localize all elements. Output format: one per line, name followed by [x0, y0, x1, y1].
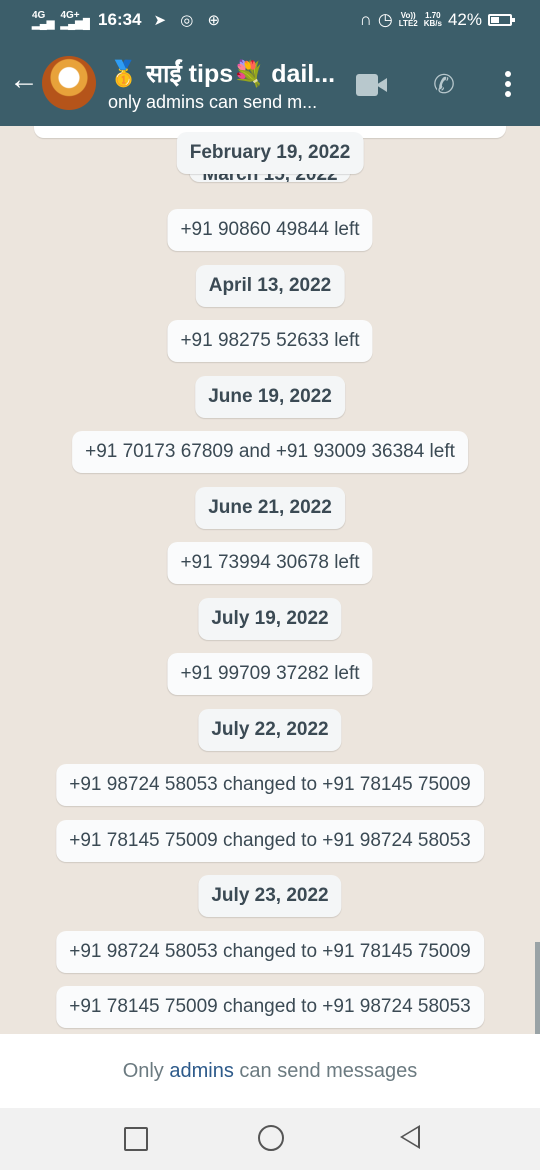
system-notice: +91 78145 75009 changed to +91 98724 580… — [56, 986, 484, 1028]
back-arrow-icon[interactable]: ← — [8, 64, 40, 96]
date-chip: July 19, 2022 — [198, 598, 342, 640]
date-chip: June 19, 2022 — [195, 376, 345, 418]
network-type-1: 4G — [32, 10, 46, 21]
signal-1-icon: 4G ▂▄▆ — [32, 10, 55, 30]
system-notice: +91 98724 58053 changed to +91 78145 750… — [56, 764, 484, 806]
system-notice: +91 98724 58053 changed to +91 78145 750… — [56, 931, 484, 973]
chat-messages[interactable]: February 19, 2022 March 15, 2022 +91 908… — [0, 126, 540, 1034]
system-notice: +91 70173 67809 and +91 93009 36384 left — [72, 431, 468, 473]
signal-2-icon: 4G+ ▂▄▆█ — [60, 10, 91, 30]
group-title[interactable]: 🥇 साईं tips💐 dail... — [108, 56, 348, 90]
system-notice: +91 99709 37282 left — [167, 653, 373, 695]
system-notice: +91 98275 52633 left — [167, 320, 373, 362]
admins-link[interactable]: admins — [169, 1060, 233, 1082]
volte-icon: Vo)) LTE2 — [398, 11, 418, 28]
status-bar: 4G ▂▄▆ 4G+ ▂▄▆█ 16:34 ➤ ◎ ⊕ ∩ ◷ Vo)) LTE2 … — [0, 0, 540, 42]
footer-suffix: can send messages — [233, 1060, 418, 1082]
footer-prefix: Only — [122, 1060, 170, 1082]
voice-call-icon[interactable]: ✆ — [428, 68, 460, 100]
battery-percent: 42% — [447, 10, 482, 29]
scrollbar[interactable] — [535, 942, 540, 1034]
system-notice: +91 73994 30678 left — [167, 542, 373, 584]
chat-header: ← 🥇 साईं tips💐 dail... only admins can s… — [0, 42, 540, 126]
notification-icons: ➤ ◎ ⊕ — [153, 12, 226, 29]
more-options-icon[interactable] — [494, 68, 522, 100]
recents-icon[interactable] — [124, 1127, 148, 1151]
network-speed: 1.70 KB/s — [423, 11, 442, 28]
system-notice: +91 90860 49844 left — [167, 209, 373, 251]
nav-back-icon[interactable] — [400, 1125, 420, 1149]
date-chip: June 21, 2022 — [195, 487, 345, 529]
video-call-icon[interactable] — [356, 74, 388, 96]
clock: 16:34 — [98, 10, 142, 29]
date-chip: July 23, 2022 — [198, 875, 342, 917]
date-chip: July 22, 2022 — [198, 709, 342, 751]
headphones-icon: ∩ — [359, 10, 372, 29]
date-chip: April 13, 2022 — [195, 265, 345, 307]
battery-icon — [488, 14, 515, 26]
group-subtitle[interactable]: only admins can send m... — [108, 92, 338, 113]
alarm-icon: ◷ — [377, 10, 393, 29]
home-icon[interactable] — [258, 1125, 284, 1151]
network-type-2: 4G+ — [60, 10, 80, 21]
date-chip: February 19, 2022 — [176, 132, 364, 174]
group-avatar[interactable] — [42, 56, 96, 110]
system-nav-bar — [0, 1108, 540, 1170]
admins-only-footer: Only admins can send messages — [0, 1034, 540, 1108]
system-notice: +91 78145 75009 changed to +91 98724 580… — [56, 820, 484, 862]
